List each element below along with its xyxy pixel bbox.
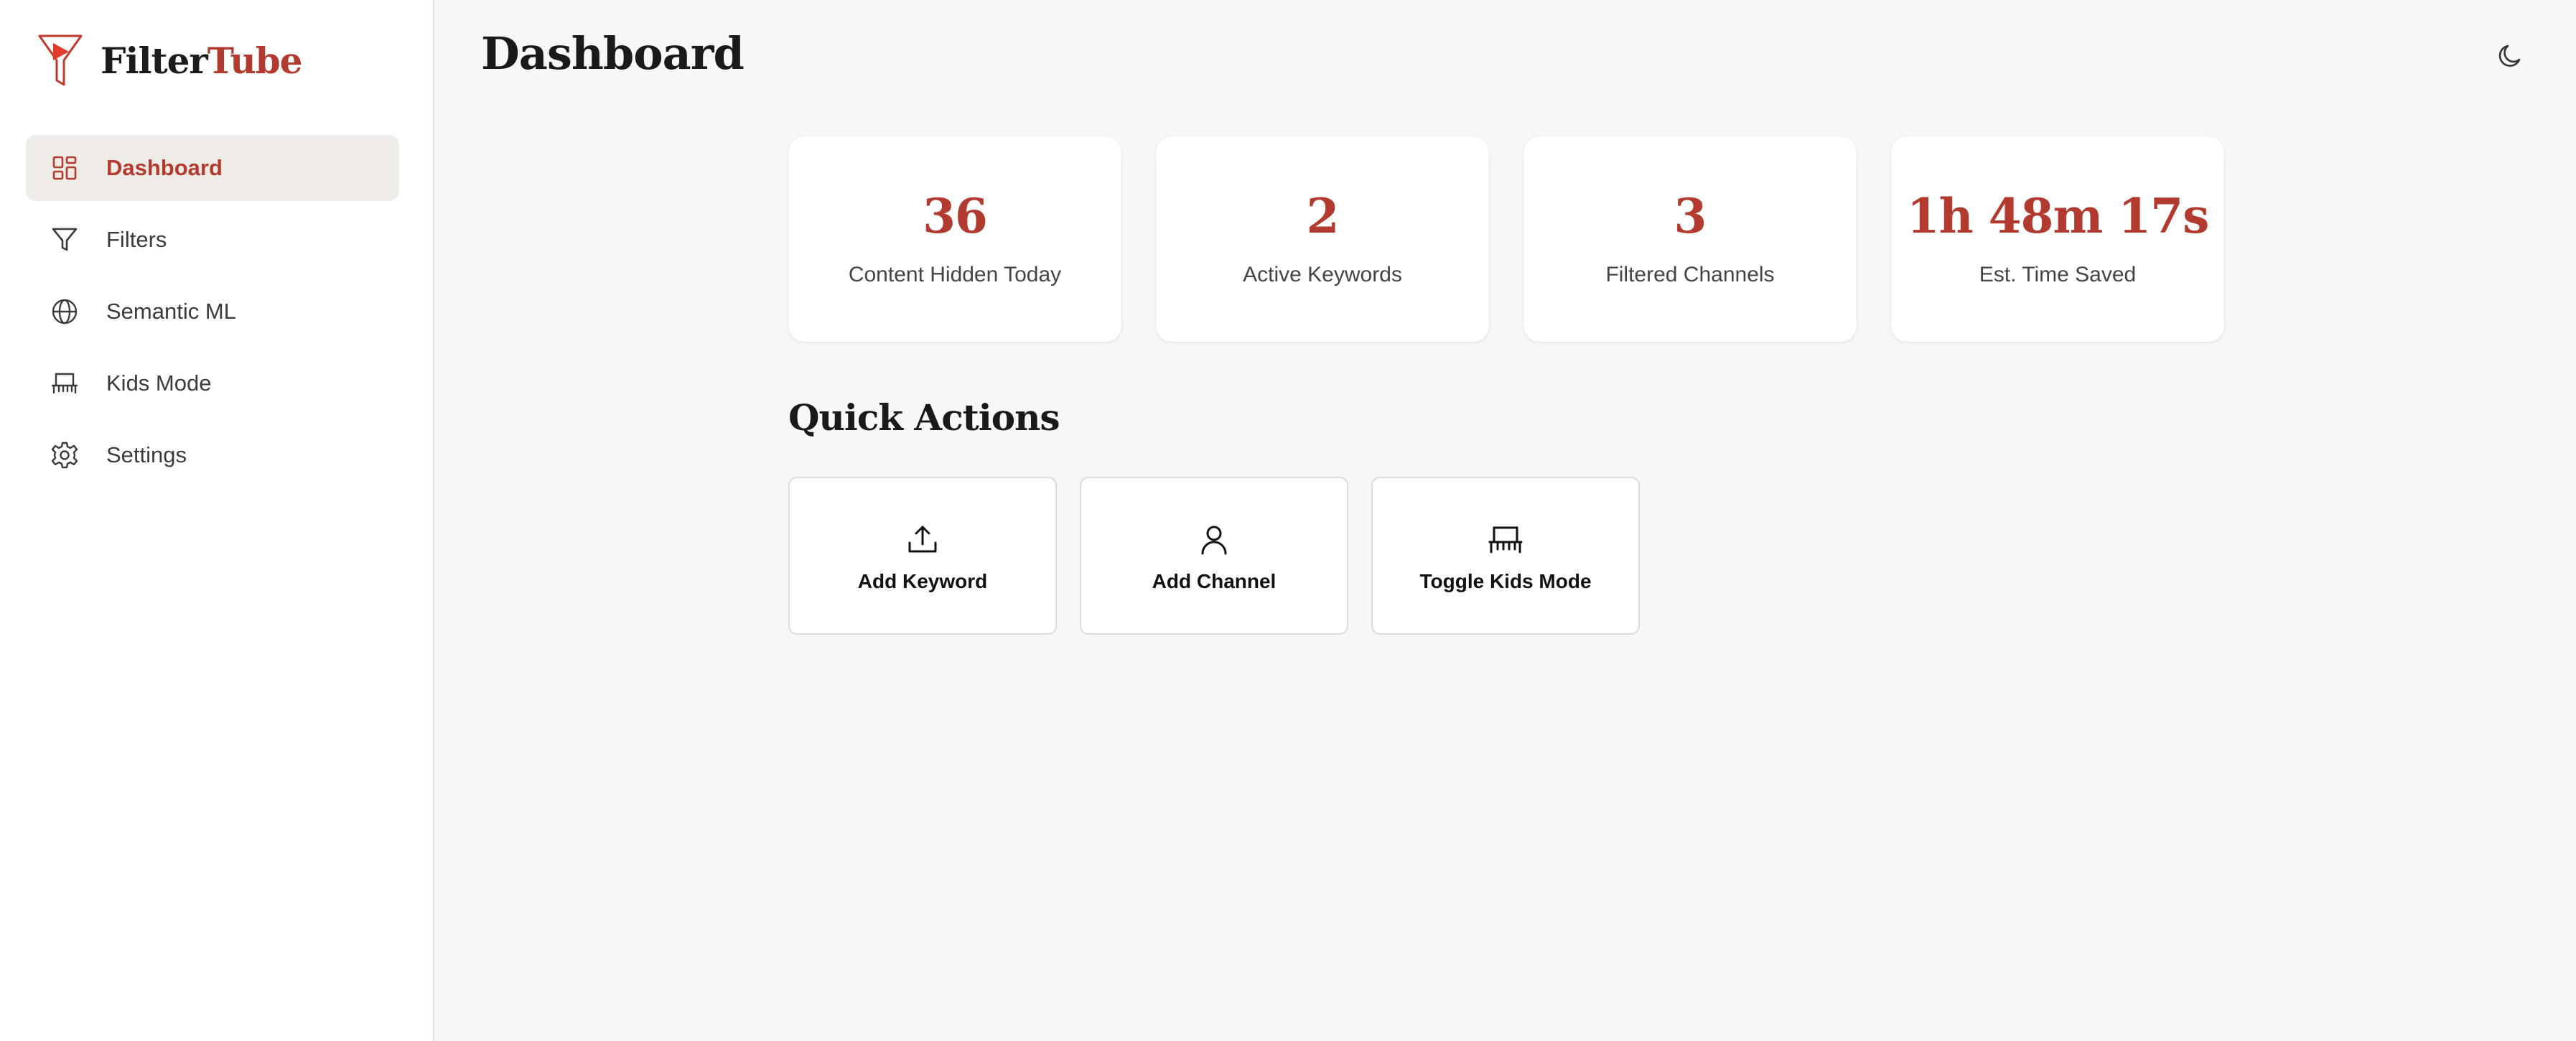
stat-label: Content Hidden Today	[848, 263, 1062, 286]
filtertube-logo-icon	[38, 34, 83, 86]
action-label: Toggle Kids Mode	[1419, 570, 1592, 592]
comb-icon	[1487, 521, 1524, 559]
moon-icon	[2498, 45, 2521, 67]
brand-name-part1: Filter	[101, 39, 208, 82]
quick-actions: Add Keyword Add Channel Toggle Kids Mode	[788, 477, 1640, 635]
sidebar-item-kids-mode[interactable]: Kids Mode	[26, 350, 399, 416]
stat-value: 2	[1306, 188, 1340, 244]
add-keyword-button[interactable]: Add Keyword	[788, 477, 1057, 635]
toggle-kids-mode-button[interactable]: Toggle Kids Mode	[1371, 477, 1640, 635]
action-label: Add Keyword	[857, 570, 988, 592]
sidebar-item-label: Dashboard	[106, 155, 223, 180]
sidebar-nav: Dashboard Filters Semantic ML Kids Mode …	[26, 135, 399, 494]
gear-icon	[50, 441, 79, 470]
globe-icon	[50, 297, 79, 326]
stats-row: 36 Content Hidden Today 2 Active Keyword…	[788, 136, 2224, 342]
upload-icon	[904, 521, 941, 559]
sidebar-item-label: Filters	[106, 227, 167, 252]
stat-card-time-saved: 1h 48m 17s Est. Time Saved	[1891, 136, 2224, 342]
sidebar-item-label: Settings	[106, 442, 187, 467]
funnel-icon	[50, 225, 79, 254]
brand-name-part2: Tube	[207, 39, 303, 82]
theme-toggle-button[interactable]	[2490, 36, 2530, 76]
stat-label: Est. Time Saved	[1979, 263, 2137, 286]
stat-value: 36	[923, 188, 988, 244]
sidebar-item-label: Kids Mode	[106, 370, 212, 396]
stat-label: Active Keywords	[1243, 263, 1402, 286]
sidebar-item-semantic-ml[interactable]: Semantic ML	[26, 279, 399, 345]
grid-icon	[50, 154, 79, 182]
sidebar-item-settings[interactable]: Settings	[26, 422, 399, 488]
stat-value: 1h 48m 17s	[1906, 188, 2210, 244]
action-label: Add Channel	[1152, 570, 1277, 592]
user-icon	[1195, 521, 1233, 559]
quick-actions-title: Quick Actions	[788, 396, 1060, 439]
brand[interactable]: FilterTube	[37, 33, 302, 88]
page-title: Dashboard	[481, 27, 745, 80]
sidebar-item-label: Semantic ML	[106, 299, 236, 324]
stat-value: 3	[1674, 188, 1707, 244]
sidebar-item-filters[interactable]: Filters	[26, 207, 399, 273]
sidebar-item-dashboard[interactable]: Dashboard	[26, 135, 399, 201]
stat-card-filtered-channels: 3 Filtered Channels	[1523, 136, 1857, 342]
stat-label: Filtered Channels	[1605, 263, 1775, 286]
comb-icon	[50, 369, 79, 398]
app-window: FilterTube Dashboard Filters Semantic ML…	[0, 0, 2576, 1041]
stat-card-active-keywords: 2 Active Keywords	[1156, 136, 1489, 342]
sidebar: FilterTube Dashboard Filters Semantic ML…	[0, 0, 434, 1041]
brand-name: FilterTube	[101, 39, 302, 82]
add-channel-button[interactable]: Add Channel	[1080, 477, 1348, 635]
stat-card-content-hidden: 36 Content Hidden Today	[788, 136, 1121, 342]
